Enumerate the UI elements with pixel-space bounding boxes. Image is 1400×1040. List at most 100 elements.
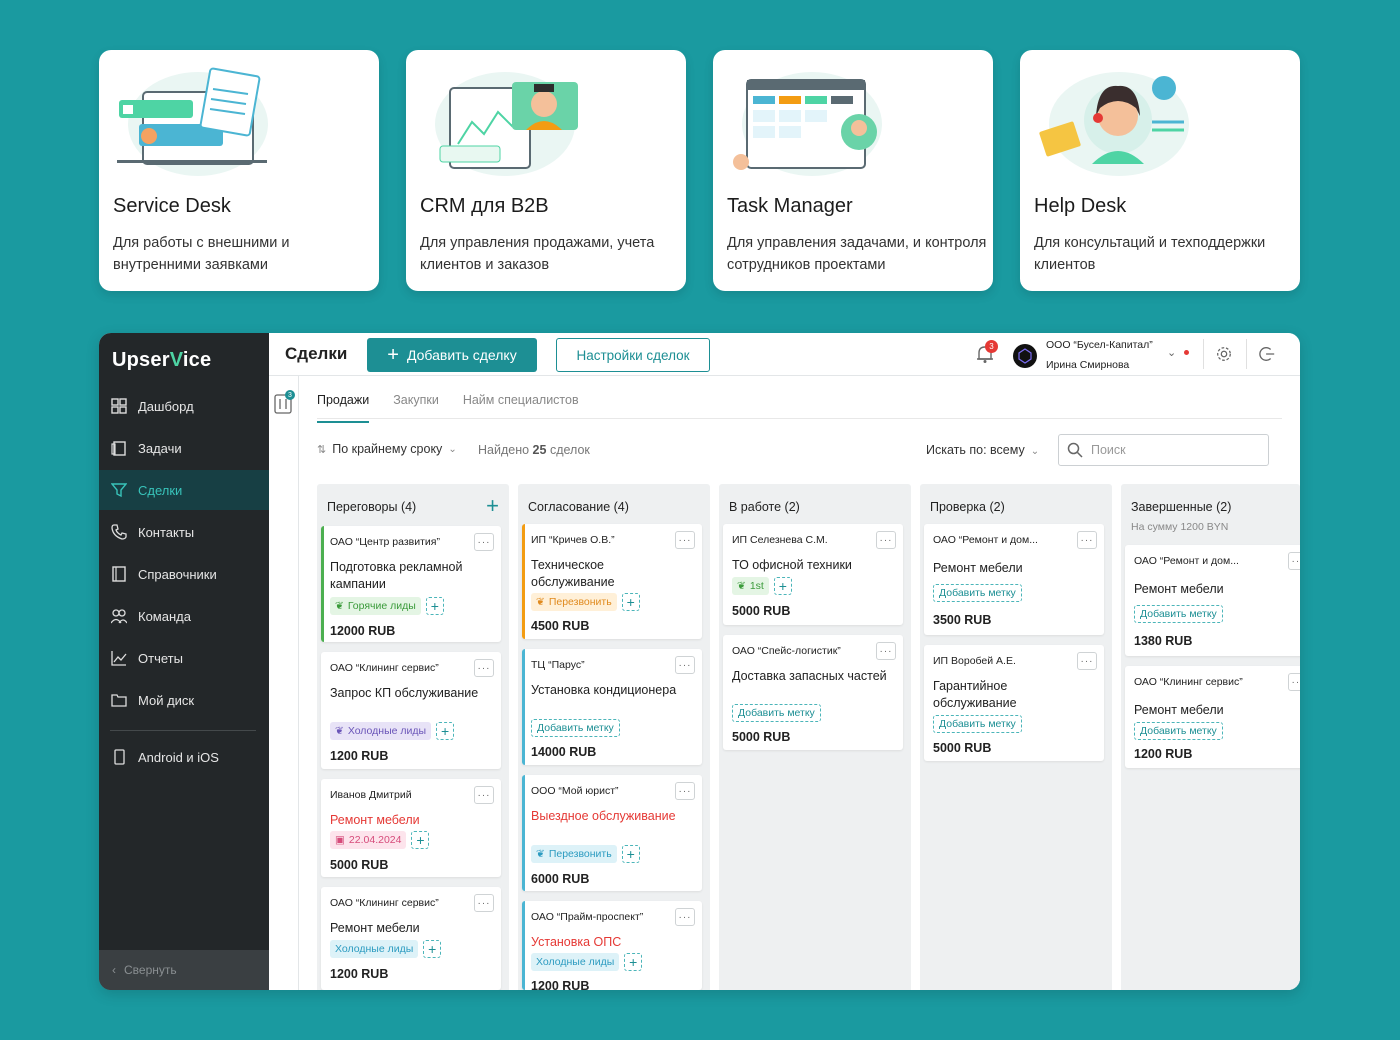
deal-card[interactable]: Иванов Дмитрий ··· Ремонт мебели ▣ 22.04.… xyxy=(321,779,501,877)
deal-card[interactable]: ИП “Кричев О.В.” ··· Техническое обслужи… xyxy=(522,524,702,639)
column-title: Переговоры (4) xyxy=(327,500,417,514)
deal-card[interactable]: ООО “Мой юрист” ··· Выездное обслуживани… xyxy=(522,775,702,891)
app-logo[interactable]: UpserVice xyxy=(112,349,211,372)
add-tag-button[interactable]: + xyxy=(621,593,640,611)
sidebar-item-team[interactable]: Команда xyxy=(99,596,269,636)
add-label-tag[interactable]: Добавить метку xyxy=(933,584,1022,602)
sidebar-item-my-disk[interactable]: Мой диск xyxy=(99,680,269,720)
logout-icon[interactable] xyxy=(1258,345,1276,363)
more-options-button[interactable]: ··· xyxy=(876,642,896,660)
add-deal-to-column-button[interactable]: + xyxy=(486,493,499,519)
deal-tag[interactable]: ❦ Перезвонить xyxy=(531,593,617,611)
column-title: Проверка (2) xyxy=(930,500,1005,514)
more-options-button[interactable]: ··· xyxy=(675,531,695,549)
add-tag-button[interactable]: + xyxy=(624,953,643,971)
more-options-button[interactable]: ··· xyxy=(474,786,494,804)
dashboard-icon xyxy=(110,397,128,415)
more-options-button[interactable]: ··· xyxy=(876,531,896,549)
more-options-button[interactable]: ··· xyxy=(474,894,494,912)
add-tag-button[interactable]: + xyxy=(423,940,442,958)
deal-card[interactable]: ОАО “Клининг сервис” ··· Запрос КП обслу… xyxy=(321,652,501,769)
sidebar-item-label: Задачи xyxy=(138,440,182,456)
sidebar-item-contacts[interactable]: Контакты xyxy=(99,512,269,552)
deal-card[interactable]: ОАО “Ремонт и дом... ··· Ремонт мебели Д… xyxy=(924,524,1104,635)
product-card-help-desk[interactable]: Help Desk Для консультаций и техподдержк… xyxy=(1020,50,1300,291)
add-tag-button[interactable]: + xyxy=(411,831,430,849)
sidebar-item-tasks[interactable]: Задачи xyxy=(99,428,269,468)
deal-card[interactable]: ОАО “Клининг сервис” ··· Ремонт мебели Х… xyxy=(321,887,501,990)
add-tag-button[interactable]: + xyxy=(436,722,455,740)
chevron-down-icon[interactable]: ⌄ xyxy=(1167,346,1176,359)
chart-icon xyxy=(110,649,128,667)
add-label-tag[interactable]: Добавить метку xyxy=(531,719,620,737)
card-title: CRM для B2B xyxy=(420,195,549,217)
more-options-button[interactable]: ··· xyxy=(675,782,695,800)
more-options-button[interactable]: ··· xyxy=(474,659,494,677)
deal-settings-button[interactable]: Настройки сделок xyxy=(556,338,710,372)
add-tag-button[interactable]: + xyxy=(773,577,792,595)
sidebar-item-references[interactable]: Справочники xyxy=(99,554,269,594)
more-options-button[interactable]: ··· xyxy=(1077,652,1097,670)
mobile-icon xyxy=(110,748,128,766)
chevron-down-icon: ⌄ xyxy=(1030,446,1040,457)
more-options-button[interactable]: ··· xyxy=(1077,531,1097,549)
deal-card[interactable]: ОАО “Спейс-логистик” ··· Доставка запасн… xyxy=(723,635,903,750)
sort-dropdown[interactable]: ⇅ По крайнему сроку ⌄ xyxy=(317,442,457,456)
folder-icon xyxy=(110,691,128,709)
collapse-sidebar-button[interactable]: ‹ Свернуть xyxy=(99,950,269,990)
sidebar-divider xyxy=(110,730,256,731)
user-name[interactable]: Ирина Смирнова xyxy=(1046,359,1129,371)
leaf-icon: ❦ xyxy=(737,580,746,592)
org-avatar[interactable] xyxy=(1013,344,1037,368)
product-cards: Service Desk Для работы с внешними и вну… xyxy=(99,50,1300,291)
sidebar-item-label: Отчеты xyxy=(138,650,183,666)
sidebar-item-deals[interactable]: Сделки xyxy=(99,470,269,510)
deal-tag[interactable]: Холодные лиды xyxy=(531,953,620,971)
deal-due-date[interactable]: ▣ 22.04.2024 xyxy=(330,831,407,849)
leaf-icon: ❦ xyxy=(335,725,344,737)
deal-card[interactable]: ОАО “Прайм-проспект” ··· Установка ОПС Х… xyxy=(522,901,702,990)
more-options-button[interactable]: ··· xyxy=(675,656,695,674)
add-label-tag[interactable]: Добавить метку xyxy=(933,715,1022,733)
deal-tag[interactable]: ❦ Холодные лиды xyxy=(330,722,432,740)
column-sum: На сумму 1200 BYN xyxy=(1131,521,1229,533)
deal-tag[interactable]: Холодные лиды xyxy=(330,940,419,958)
sidebar-item-label: Команда xyxy=(138,608,191,624)
column-in-progress: В работе (2) ИП Селезнева С.М. ··· ТО оф… xyxy=(719,484,911,990)
deal-tag[interactable]: ❦ Горячие лиды xyxy=(330,597,421,615)
sidebar-item-label: Сделки xyxy=(138,482,183,498)
more-options-button[interactable]: ··· xyxy=(1288,673,1300,691)
org-name[interactable]: ООО “Бусел-Капитал” xyxy=(1046,339,1153,351)
deal-tag[interactable]: ❦ Перезвонить xyxy=(531,845,617,863)
deal-card[interactable]: ОАО “Ремонт и дом... ··· Ремонт мебели Д… xyxy=(1125,545,1300,656)
sidebar-item-mobile[interactable]: Android и iOS xyxy=(99,737,269,777)
column-title: Завершенные (2) xyxy=(1131,500,1232,514)
leaf-icon: ❦ xyxy=(335,600,344,612)
add-deal-button[interactable]: + Добавить сделку xyxy=(367,338,537,372)
search-input[interactable]: Поиск xyxy=(1058,434,1269,466)
deal-card[interactable]: ИП Воробей А.Е. ··· Гарантийное обслужив… xyxy=(924,645,1104,761)
deal-card[interactable]: ИП Селезнева С.М. ··· ТО офисной техники… xyxy=(723,524,903,625)
product-card-service-desk[interactable]: Service Desk Для работы с внешними и вну… xyxy=(99,50,379,291)
sidebar-item-dashboard[interactable]: Дашборд xyxy=(99,386,269,426)
deal-card[interactable]: ТЦ “Парус” ··· Установка кондиционера До… xyxy=(522,649,702,765)
notification-badge: 3 xyxy=(985,340,998,353)
product-card-task-manager[interactable]: Task Manager Для управления задачами, и … xyxy=(713,50,993,291)
deal-tag[interactable]: ❦ 1st xyxy=(732,577,769,595)
deal-card[interactable]: ОАО “Центр развития” ··· Подготовка рекл… xyxy=(321,526,501,642)
gear-icon[interactable] xyxy=(1215,345,1233,363)
add-label-tag[interactable]: Добавить метку xyxy=(1134,605,1223,623)
add-tag-button[interactable]: + xyxy=(621,845,640,863)
deal-card[interactable]: ОАО “Клининг сервис” ··· Ремонт мебели Д… xyxy=(1125,666,1300,768)
search-scope-dropdown[interactable]: Искать по: всему ⌄ xyxy=(926,443,1039,457)
add-tag-button[interactable]: + xyxy=(425,597,444,615)
more-options-button[interactable]: ··· xyxy=(1288,552,1300,570)
product-card-crm[interactable]: CRM для B2B Для управления продажами, уч… xyxy=(406,50,686,291)
sidebar-item-label: Контакты xyxy=(138,524,195,540)
filter-rail: 3 xyxy=(269,376,299,990)
sidebar-item-reports[interactable]: Отчеты xyxy=(99,638,269,678)
add-label-tag[interactable]: Добавить метку xyxy=(732,704,821,722)
more-options-button[interactable]: ··· xyxy=(474,533,494,551)
add-label-tag[interactable]: Добавить метку xyxy=(1134,722,1223,740)
more-options-button[interactable]: ··· xyxy=(675,908,695,926)
